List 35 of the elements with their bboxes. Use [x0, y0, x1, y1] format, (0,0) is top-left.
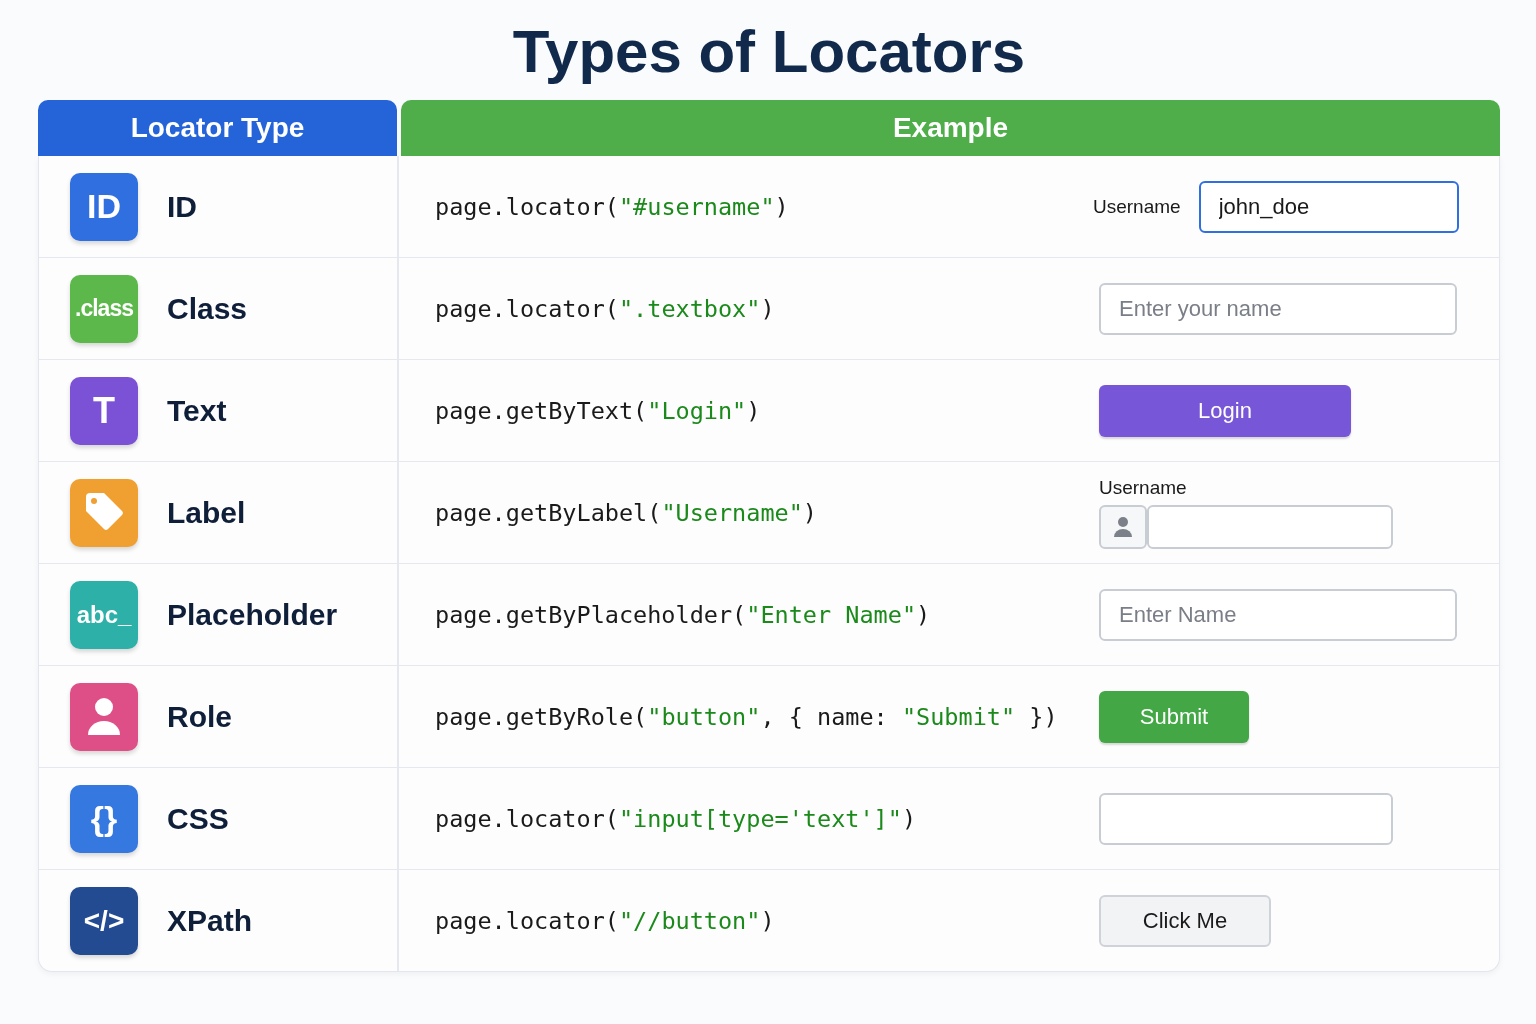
column-header: Locator Type: [38, 100, 397, 156]
field-label: Username: [1099, 476, 1188, 499]
locator-name: ID: [167, 189, 197, 224]
code-snippet: page.getByPlaceholder("Enter Name"): [434, 600, 932, 629]
code-snippet: page.getByRole("button", { name: "Submit" }): [434, 702, 1059, 731]
code-snippet: page.getByText("Login"): [434, 396, 762, 425]
code-snippet: page.locator(".textbox"): [434, 294, 776, 323]
code-snippet: page.getByLabel("Username"): [434, 498, 818, 527]
locator-name: CSS: [167, 801, 229, 836]
field-label: Username: [1093, 195, 1181, 218]
text-field[interactable]: [1099, 792, 1393, 845]
locator-name: Role: [167, 699, 232, 734]
locator-name: Placeholder: [167, 597, 338, 632]
badge-icon: ID: [70, 172, 138, 241]
user-icon: [1099, 504, 1147, 549]
username-field[interactable]: john_doe: [1198, 180, 1459, 233]
column-header: Example: [401, 100, 1500, 156]
code-snippet: page.locator("input[type='text']"): [434, 804, 918, 833]
click-button[interactable]: Click Me: [1099, 894, 1271, 947]
code-snippet: page.locator("#username"): [434, 192, 790, 221]
badge-icon: </>: [70, 886, 138, 955]
text-field[interactable]: Enter your name: [1099, 282, 1457, 335]
text-field[interactable]: [1147, 504, 1393, 549]
badge-icon: {}: [70, 784, 138, 853]
action-button[interactable]: Login: [1099, 384, 1351, 437]
badge-icon: T: [70, 376, 138, 445]
code-snippet: page.locator("//button"): [434, 906, 776, 935]
text-field[interactable]: Enter Name: [1099, 588, 1457, 641]
locator-name: Text: [167, 393, 227, 428]
locator-name: Class: [167, 291, 248, 326]
page-title: Types of Locators: [511, 17, 1027, 87]
locator-name: XPath: [167, 903, 253, 938]
badge-icon: .class: [70, 274, 138, 343]
locator-name: Label: [167, 495, 246, 530]
badge-icon: abc_: [70, 580, 138, 649]
